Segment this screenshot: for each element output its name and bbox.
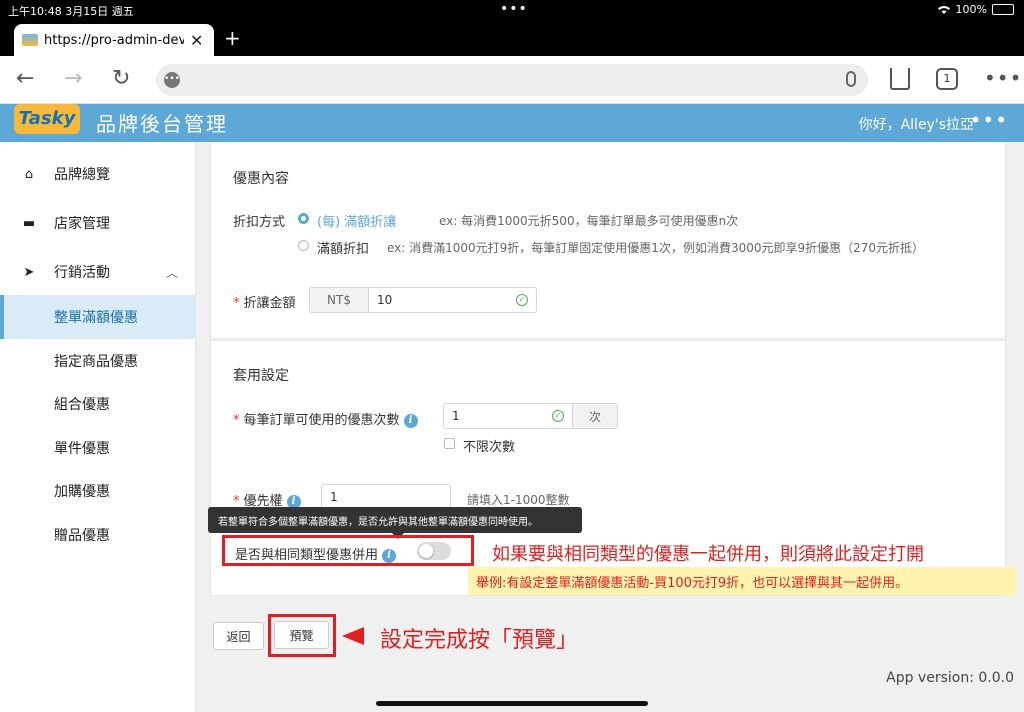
preview-annotation: 設定完成按「預覽」 [380, 628, 579, 653]
battery-percent: 100% [955, 3, 987, 16]
times-suffix-addon: 次 [572, 404, 617, 428]
sidebar-subitem-order-threshold[interactable]: 整單滿額優惠 [0, 295, 196, 339]
tasky-logo: Tasky [14, 104, 80, 134]
amount-label: * 折讓金額 [233, 296, 296, 311]
favicon-icon [22, 34, 38, 46]
new-tab-button[interactable]: + [224, 26, 241, 50]
usage-times-label: * 每筆訂單可使用的優惠次數 i [233, 409, 418, 428]
tab-title: https://pro-admin-dev.pc [44, 32, 184, 48]
amount-input-group: NT$ 10 ✓ [309, 287, 537, 313]
radio-per-threshold[interactable] [298, 213, 309, 224]
reload-icon[interactable]: ↻ [112, 66, 130, 91]
wifi-icon [937, 5, 950, 14]
store-icon: ▬ [22, 215, 36, 231]
sidebar-subitem-gift[interactable]: 贈品優惠 [0, 513, 196, 557]
sidebar-subitem-add-on[interactable]: 加購優惠 [0, 469, 196, 513]
priority-hint: 請填入1-1000整數 [467, 493, 570, 507]
sidebar: ⌂ 品牌總覽 ▬ 店家管理 ➤ 行銷活動 ︿ 整單滿額優惠 指定商品優惠 組合優… [0, 142, 196, 712]
back-button[interactable]: 返回 [213, 622, 264, 650]
chevron-up-icon: ︿ [165, 265, 178, 280]
status-bar: 上午10:48 3月15日 週五 ••• 100% [0, 0, 1024, 20]
option-per-threshold-label[interactable]: (每) 滿額折讓 [317, 211, 396, 230]
app-title: 品牌後台管理 [96, 112, 228, 136]
sidebar-item-brand-overview[interactable]: ⌂ 品牌總覽 [0, 152, 196, 196]
sidebar-item-label: 店家管理 [54, 216, 110, 232]
option-threshold-discount-label[interactable]: 滿額折扣 [317, 238, 369, 257]
combine-highlight-box [222, 535, 474, 566]
section-title: 套用設定 [233, 368, 289, 384]
combine-annotation: 如果要與相同類型的優惠一起併用，則須將此設定打開 [492, 544, 924, 565]
preview-button[interactable]: 預覽 [274, 621, 329, 649]
sidebar-subitem-bundle-discount[interactable]: 組合優惠 [0, 382, 196, 426]
priority-input[interactable]: 1 [322, 485, 450, 509]
sidebar-item-label: 品牌總覽 [54, 167, 110, 183]
arrow-left-icon [342, 627, 364, 645]
sidebar-item-label: 行銷活動 [54, 265, 110, 281]
more-menu-icon[interactable]: ••• [984, 66, 1022, 90]
close-tab-icon[interactable]: ✕ [190, 31, 203, 50]
app-header: Tasky 品牌後台管理 你好，Alley's拉亞 ••• [0, 104, 1024, 142]
status-time: 上午10:48 3月15日 週五 [8, 5, 134, 18]
browser-tab-bar: https://pro-admin-dev.pc ✕ + [0, 20, 1024, 56]
radio-threshold-discount[interactable] [298, 240, 309, 251]
sidebar-subitem-single-item[interactable]: 單件優惠 [0, 426, 196, 470]
discount-method-label: 折扣方式 [233, 215, 286, 230]
forward-arrow-icon[interactable]: → [64, 66, 82, 91]
site-info-icon[interactable]: ••• [164, 72, 180, 88]
sidebar-item-marketing[interactable]: ➤ 行銷活動 ︿ [0, 250, 196, 294]
send-icon: ➤ [23, 264, 35, 280]
back-arrow-icon[interactable]: ← [16, 66, 34, 91]
option-per-threshold-hint: ex: 每消費1000元折500，每筆訂單最多可使用優惠n次 [439, 214, 739, 228]
sidebar-item-store-management[interactable]: ▬ 店家管理 [0, 201, 196, 245]
address-bar: ← → ↻ ••• 1 ••• [0, 56, 1024, 104]
app-version: App version: 0.0.0 [886, 670, 1014, 686]
combine-tooltip: 若整單符合多個整單滿額優惠，是否允許與其他整單滿額優惠同時使用。 [208, 507, 582, 539]
browser-tab[interactable]: https://pro-admin-dev.pc ✕ [14, 24, 214, 56]
discount-content-card: 優惠內容 折扣方式 (每) 滿額折讓 ex: 每消費1000元折500，每筆訂單… [210, 142, 1006, 339]
share-icon[interactable] [890, 68, 910, 90]
home-indicator[interactable] [376, 701, 648, 706]
unlimited-label[interactable]: 不限次數 [463, 436, 515, 455]
example-annotation: 舉例:有設定整單滿額優惠活動-買100元打9折，也可以選擇與其一起併用。 [468, 567, 1016, 595]
url-input[interactable]: ••• [156, 64, 868, 96]
tab-count-button[interactable]: 1 [936, 68, 958, 90]
mic-icon[interactable] [846, 71, 856, 87]
sidebar-subitem-product-discount[interactable]: 指定商品優惠 [0, 339, 196, 383]
section-title: 優惠內容 [233, 171, 289, 187]
info-icon[interactable]: i [403, 413, 418, 428]
amount-input[interactable]: 10 ✓ [368, 288, 536, 312]
valid-check-icon: ✓ [516, 294, 528, 306]
usage-times-input-group: 1 ✓ 次 [443, 403, 618, 429]
battery-icon [992, 4, 1014, 15]
option-threshold-discount-hint: ex: 消費滿1000元打9折，每筆訂單固定使用優惠1次，例如消費3000元即享… [387, 241, 925, 255]
header-more-icon[interactable]: ••• [970, 108, 1008, 132]
multitask-dots-icon[interactable]: ••• [500, 1, 528, 17]
unlimited-checkbox[interactable] [444, 438, 455, 449]
user-greeting: 你好，Alley's拉亞 [858, 117, 974, 133]
home-icon: ⌂ [24, 166, 34, 182]
usage-times-input[interactable]: 1 ✓ [444, 404, 572, 428]
valid-check-icon: ✓ [552, 410, 564, 422]
currency-addon: NT$ [310, 288, 368, 312]
